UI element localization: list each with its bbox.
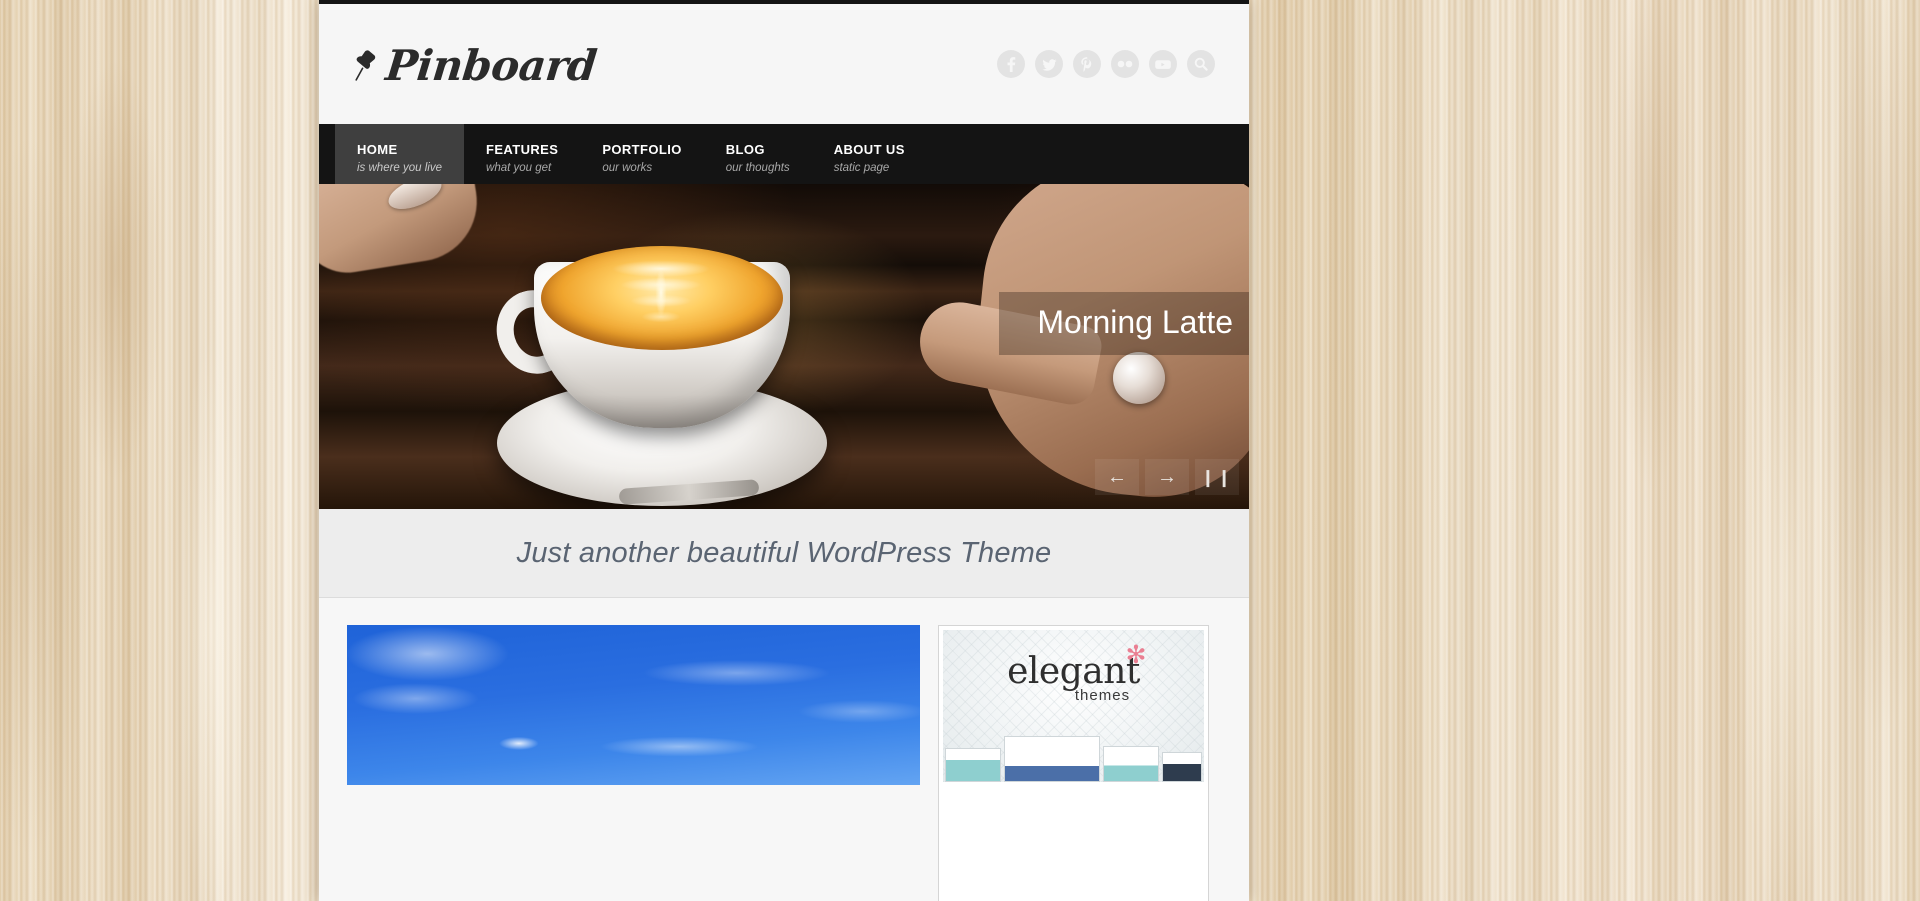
blue-sky-photo-card[interactable] — [347, 625, 920, 901]
promo-mini-screen — [1162, 752, 1202, 782]
promo-card-image: elegant ✻ themes — [943, 630, 1204, 782]
promo-screenshots — [943, 726, 1204, 782]
youtube-icon[interactable] — [1149, 50, 1177, 78]
nav-item-blog-label: BLOG — [725, 141, 765, 157]
nav-item-portfolio-sublabel: our works — [602, 161, 653, 174]
slider-controls: ← → ❙❙ — [1095, 459, 1239, 495]
nav-item-blog-sublabel: our thoughts — [725, 161, 790, 174]
nav-item-home-label: HOME — [357, 141, 398, 157]
twitter-icon[interactable] — [1035, 50, 1063, 78]
nav-item-about-us-sublabel: static page — [833, 161, 890, 174]
site-title: Pinboard — [383, 41, 599, 90]
asterisk-icon: ✻ — [1125, 640, 1146, 669]
promo-mini-screen — [1103, 746, 1159, 782]
featured-slider[interactable]: Morning Latte ← → ❙❙ — [319, 184, 1249, 509]
nav-item-home-sublabel: is where you live — [357, 161, 443, 174]
pushpin-icon — [353, 49, 379, 83]
flickr-icon[interactable] — [1111, 50, 1139, 78]
main-navigation: HOME is where you live FEATURES what you… — [319, 124, 1249, 184]
nav-item-features-sublabel: what you get — [486, 161, 552, 174]
slider-next-button[interactable]: → — [1145, 459, 1189, 495]
social-links — [997, 50, 1215, 78]
nav-item-home[interactable]: HOME is where you live — [335, 124, 465, 184]
site-header: Pinboard — [319, 4, 1249, 124]
promo-mini-screen — [945, 748, 1001, 782]
site-tagline: Just another beautiful WordPress Theme — [516, 536, 1052, 569]
nav-item-about-us-label: ABOUT US — [833, 141, 905, 157]
promo-card[interactable]: elegant ✻ themes — [938, 625, 1209, 901]
nav-item-features[interactable]: FEATURES what you get — [464, 124, 580, 184]
slider-pause-button[interactable]: ❙❙ — [1195, 459, 1239, 495]
slider-prev-button[interactable]: ← — [1095, 459, 1139, 495]
nav-item-blog[interactable]: BLOG our thoughts — [704, 124, 812, 184]
site-container: Pinboard HOME is where you live FEATURES… — [319, 0, 1249, 901]
slide-caption-text: Morning Latte — [1037, 304, 1233, 340]
nav-item-about-us[interactable]: ABOUT US static page — [812, 124, 927, 184]
site-logo[interactable]: Pinboard — [353, 41, 599, 90]
pinterest-icon[interactable] — [1073, 50, 1101, 78]
blue-sky-photo — [347, 625, 920, 785]
nav-item-portfolio[interactable]: PORTFOLIO our works — [580, 124, 703, 184]
promo-brand-name: elegant ✻ — [1007, 640, 1146, 692]
elegant-themes-logo: elegant ✻ themes — [943, 640, 1204, 704]
nav-item-portfolio-label: PORTFOLIO — [602, 141, 682, 157]
promo-mini-screen — [1004, 736, 1100, 782]
slide-caption: Morning Latte — [999, 292, 1249, 356]
nav-item-features-label: FEATURES — [486, 141, 559, 157]
facebook-icon[interactable] — [997, 50, 1025, 78]
content-area: elegant ✻ themes — [319, 598, 1249, 901]
search-icon[interactable] — [1187, 50, 1215, 78]
site-tagline-bar: Just another beautiful WordPress Theme — [319, 509, 1249, 598]
